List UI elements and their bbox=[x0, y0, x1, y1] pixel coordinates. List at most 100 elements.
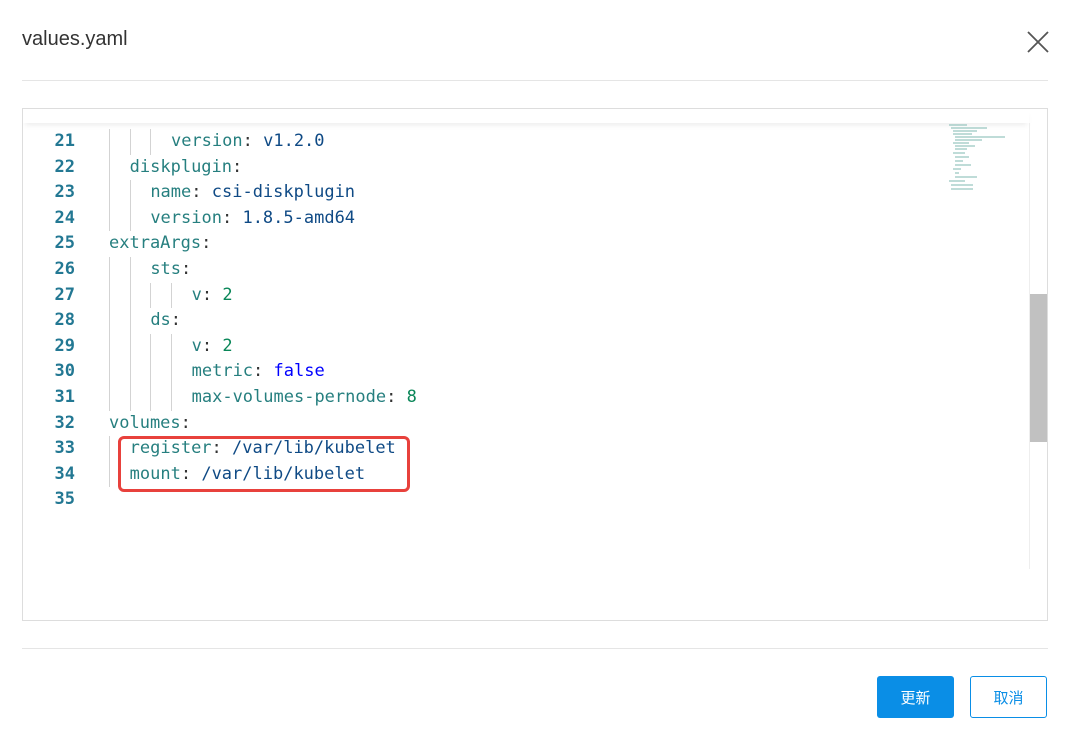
yaml-value: csi-diskplugin bbox=[211, 182, 356, 203]
close-icon[interactable] bbox=[1026, 30, 1050, 54]
line-number: 30 bbox=[54, 361, 75, 382]
indent-guide bbox=[150, 282, 152, 309]
update-button[interactable]: 更新 bbox=[877, 676, 954, 718]
yaml-key: version bbox=[170, 131, 243, 151]
yaml-key: extraArgs bbox=[109, 233, 202, 254]
code-text: max-volumes-pernode: 8 bbox=[192, 385, 417, 411]
yaml-value: 8 bbox=[406, 386, 417, 407]
indent-guide bbox=[129, 359, 131, 385]
code-line: 32 volumes: bbox=[23, 411, 1023, 437]
code-line: 21 version: v1.2.0 bbox=[23, 129, 1023, 155]
indent-guide bbox=[109, 461, 110, 488]
cancel-button[interactable]: 取消 bbox=[970, 676, 1047, 718]
line-number: 32 bbox=[54, 412, 75, 433]
indent-guide bbox=[129, 333, 131, 360]
code-line: 31 max-volumes-pernode: 8 bbox=[23, 384, 1023, 411]
editor-top-shadow bbox=[23, 109, 1029, 123]
yaml-key: volumes bbox=[109, 412, 181, 433]
indent-guide bbox=[109, 436, 110, 462]
highlight-annotation-box bbox=[118, 436, 410, 492]
code-line: 26 sts: bbox=[23, 256, 1023, 283]
yaml-key: ds bbox=[150, 310, 171, 331]
line-number: 23 bbox=[54, 182, 75, 203]
indent-guide bbox=[109, 384, 110, 411]
line-number: 28 bbox=[54, 310, 75, 331]
code-editor[interactable]: 21 version: v1.2.0 22 diskplugin: 23 name: cs… bbox=[22, 108, 1048, 621]
line-number: 31 bbox=[54, 386, 75, 407]
code-text: version: 1.8.5-amd64 bbox=[150, 206, 355, 232]
indent-guide bbox=[129, 129, 131, 155]
yaml-key: v bbox=[191, 284, 202, 305]
colon: : bbox=[201, 233, 212, 254]
code-line: 22 diskplugin: bbox=[23, 154, 1023, 181]
code-text: extraArgs: bbox=[109, 231, 211, 257]
code-text: metric: false bbox=[192, 359, 325, 385]
line-number: 33 bbox=[54, 438, 75, 459]
code-text: volumes: bbox=[109, 411, 191, 437]
line-number: 25 bbox=[54, 233, 75, 254]
line-number: 35 bbox=[54, 489, 75, 510]
indent-guide bbox=[109, 282, 110, 309]
code-text: v: 2 bbox=[192, 283, 233, 309]
vertical-scrollbar-thumb[interactable] bbox=[1030, 294, 1047, 442]
line-number: 22 bbox=[54, 156, 75, 177]
yaml-key: version bbox=[150, 207, 222, 228]
yaml-key: v bbox=[191, 335, 202, 356]
indent-guide bbox=[150, 333, 152, 360]
colon: : bbox=[180, 412, 191, 433]
yaml-value: 1.8.5-amd64 bbox=[242, 207, 356, 228]
yaml-key: max-volumes-pernode bbox=[191, 386, 387, 407]
indent-guide bbox=[129, 180, 131, 206]
line-number: 34 bbox=[54, 463, 75, 484]
yaml-key: diskplugin bbox=[129, 156, 233, 177]
indent-guide bbox=[150, 129, 152, 155]
colon: : bbox=[386, 386, 407, 407]
indent-guide bbox=[150, 384, 152, 411]
indent-guide bbox=[109, 256, 110, 283]
indent-guide bbox=[109, 205, 110, 232]
colon: : bbox=[201, 335, 223, 356]
yaml-key: name bbox=[150, 182, 192, 203]
code-text: name: csi-diskplugin bbox=[150, 180, 355, 206]
code-text: version: v1.2.0 bbox=[171, 129, 325, 155]
colon: : bbox=[221, 207, 243, 228]
indent-guide bbox=[170, 282, 172, 309]
code-text: ds: bbox=[150, 308, 181, 334]
indent-guide bbox=[129, 282, 131, 309]
code-text: v: 2 bbox=[192, 334, 233, 360]
code-line: 24 version: 1.8.5-amd64 bbox=[23, 205, 1023, 232]
colon: : bbox=[181, 258, 192, 279]
indent-guide bbox=[129, 256, 131, 283]
yaml-key: sts bbox=[150, 258, 182, 279]
yaml-value: 2 bbox=[222, 284, 233, 305]
indent-guide bbox=[109, 180, 110, 206]
line-number: 24 bbox=[54, 207, 75, 228]
indent-guide bbox=[109, 129, 110, 155]
code-text: sts: bbox=[150, 257, 191, 283]
colon: : bbox=[232, 156, 243, 177]
dialog-title: values.yaml bbox=[22, 28, 128, 50]
line-number: 29 bbox=[54, 335, 75, 356]
indent-guide bbox=[170, 384, 172, 411]
indent-guide bbox=[129, 384, 131, 411]
code-line: 25 extraArgs: bbox=[23, 231, 1023, 257]
indent-guide bbox=[109, 359, 110, 385]
divider bbox=[22, 648, 1048, 649]
yaml-value: v1.2.0 bbox=[263, 131, 325, 151]
line-number: 21 bbox=[54, 131, 75, 151]
code-line: 30 metric: false bbox=[23, 359, 1023, 385]
colon: : bbox=[242, 131, 264, 151]
yaml-value: 2 bbox=[222, 335, 233, 356]
line-number: 26 bbox=[54, 258, 75, 279]
code-line: 23 name: csi-diskplugin bbox=[23, 180, 1023, 206]
indent-guide bbox=[129, 205, 131, 232]
minimap[interactable] bbox=[947, 123, 1007, 193]
yaml-key: metric bbox=[191, 361, 254, 382]
code-line: 27 v: 2 bbox=[23, 282, 1023, 309]
line-number: 27 bbox=[54, 284, 75, 305]
indent-guide bbox=[170, 333, 172, 360]
code-line: 28 ds: bbox=[23, 308, 1023, 334]
indent-guide bbox=[150, 359, 152, 385]
colon: : bbox=[201, 284, 223, 305]
indent-guide bbox=[129, 308, 131, 334]
